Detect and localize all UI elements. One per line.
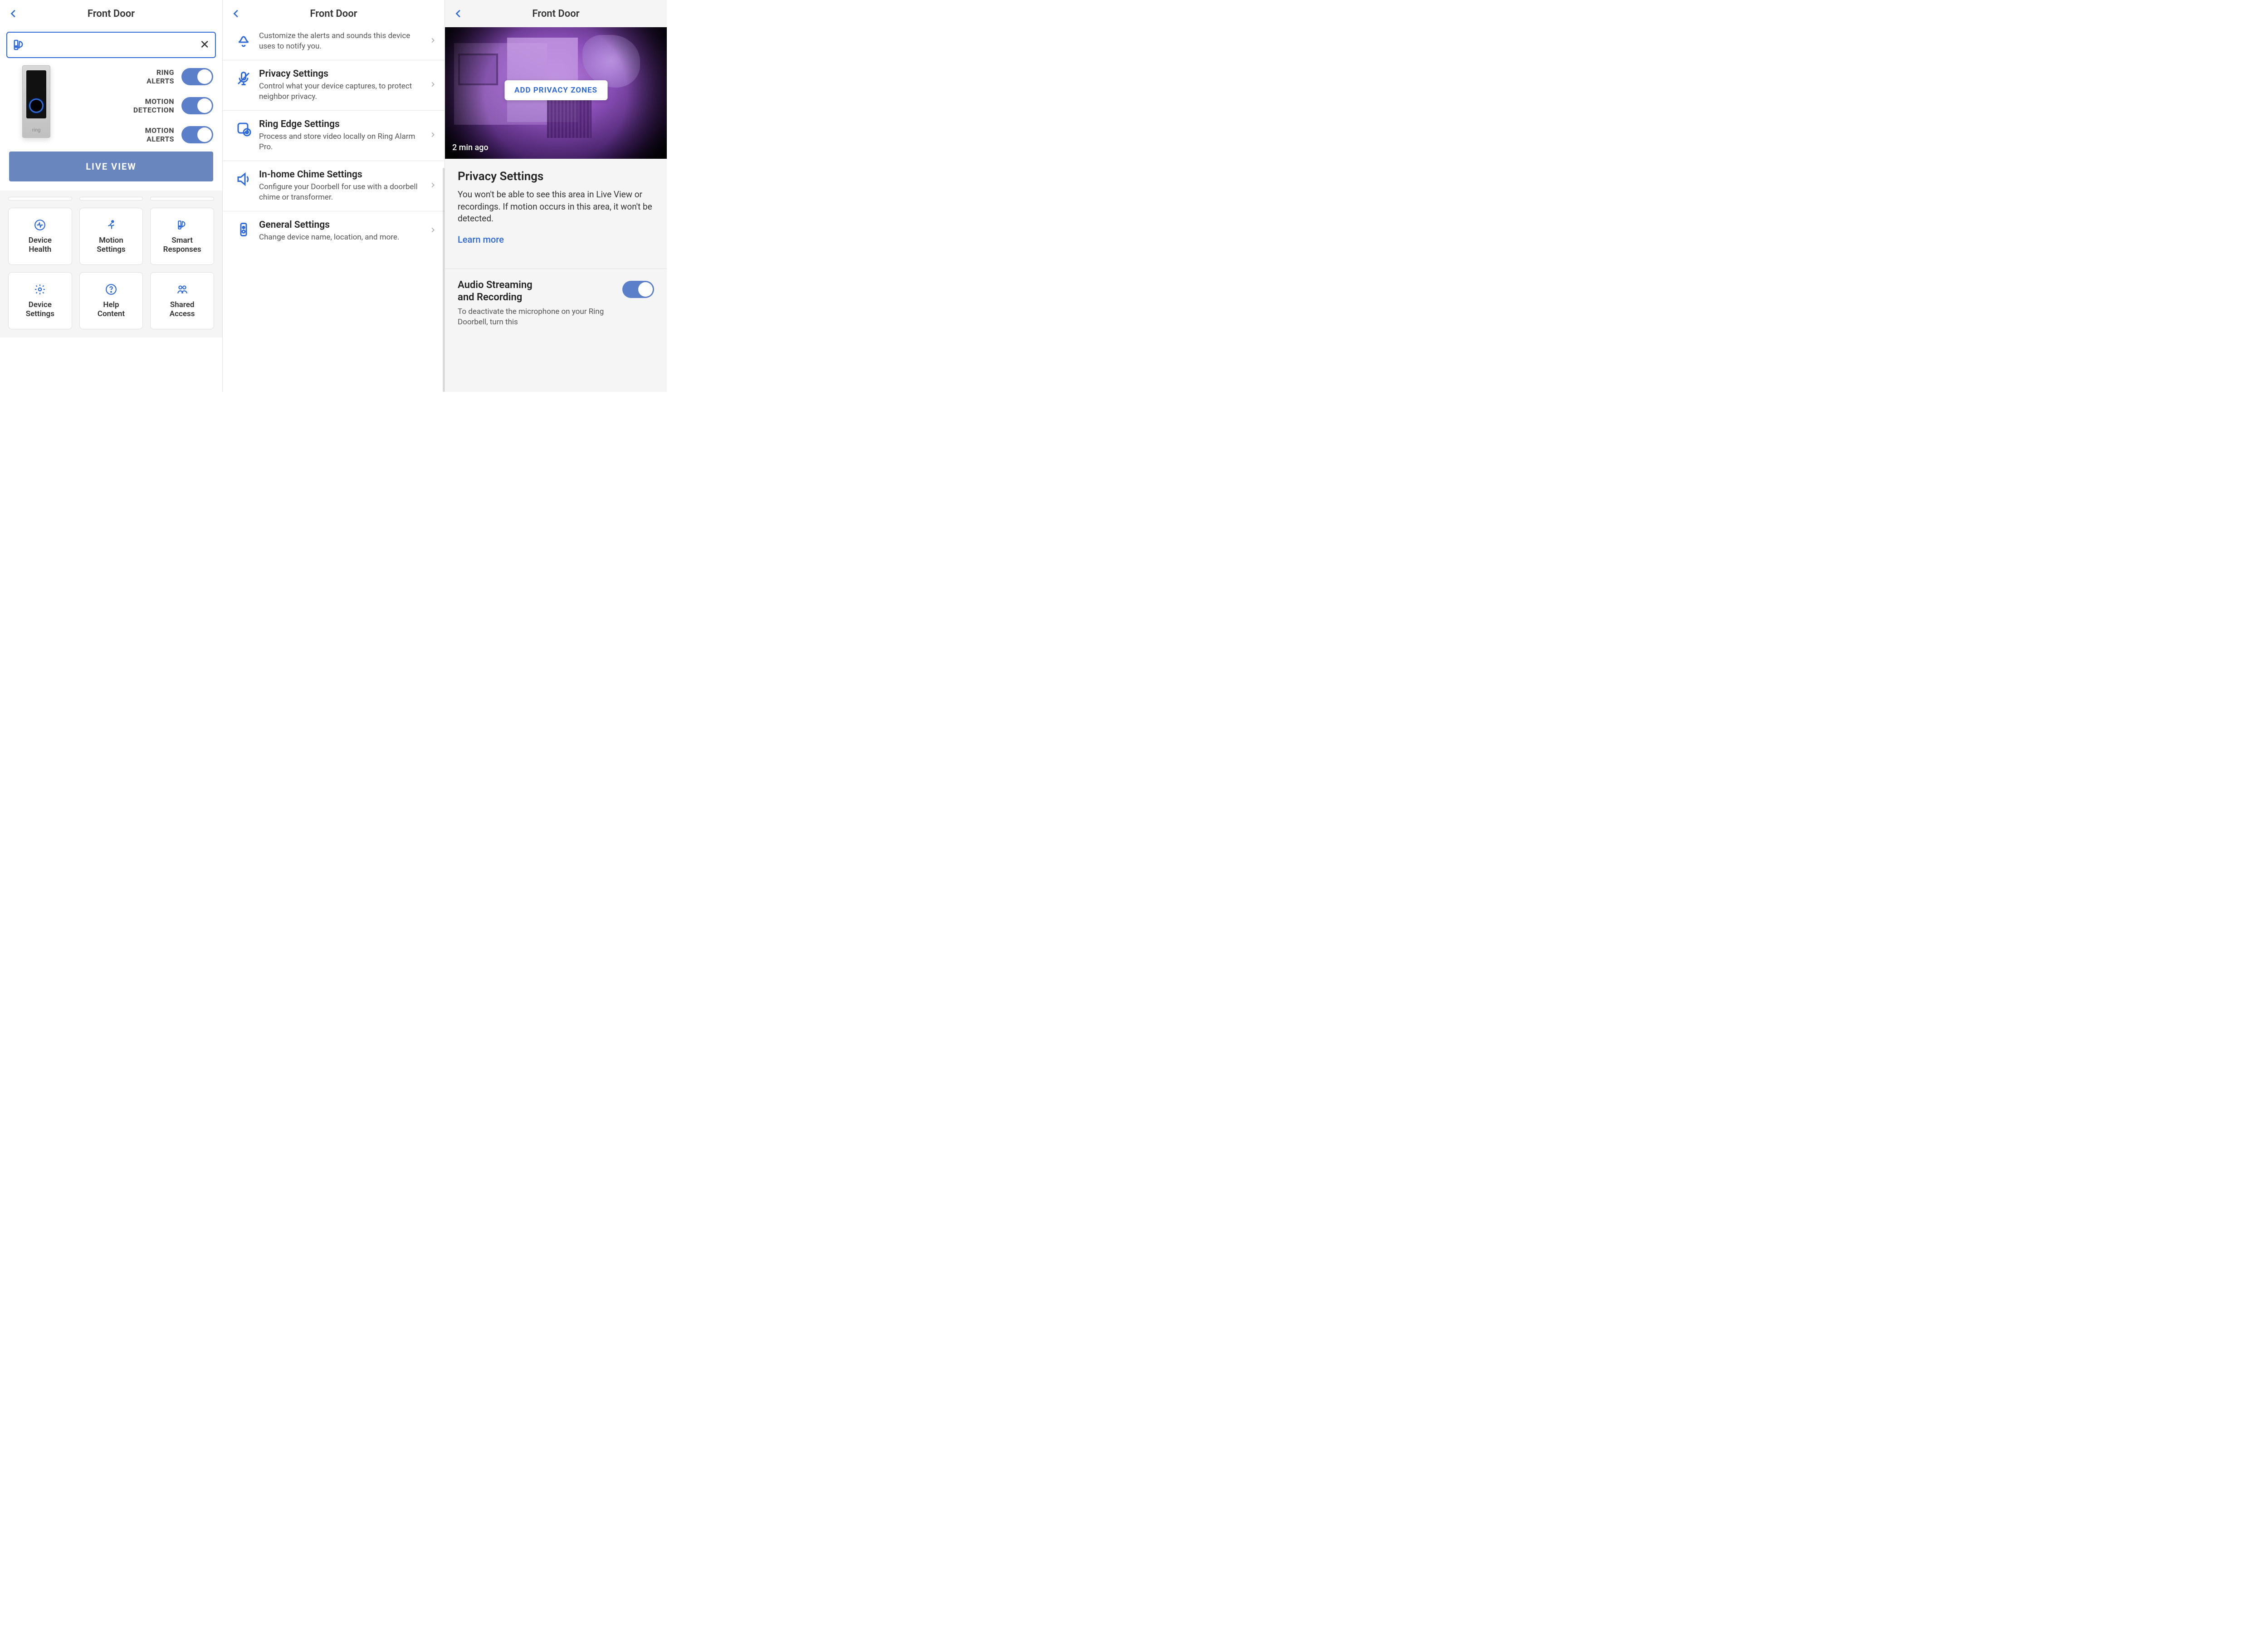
chevron-left-icon bbox=[9, 9, 19, 19]
toggle-label: RING ALERTS bbox=[147, 68, 174, 85]
section-description: You won't be able to see this area in Li… bbox=[458, 189, 654, 225]
settings-grid: Device Health Motion Settings Smart Resp… bbox=[0, 191, 222, 337]
page-title: Front Door bbox=[223, 8, 445, 20]
page-title: Front Door bbox=[445, 8, 667, 20]
tile-device-settings[interactable]: Device Settings bbox=[8, 272, 72, 329]
settings-list: Customize the alerts and sounds this dev… bbox=[223, 27, 445, 392]
device-summary: ring RING ALERTS MOTION DETECTION MOTION… bbox=[0, 65, 222, 152]
tile-peek bbox=[8, 197, 72, 200]
camera-preview: ADD PRIVACY ZONES 2 min ago bbox=[445, 27, 667, 159]
tile-help-content[interactable]: Help Content bbox=[79, 272, 143, 329]
row-description: Customize the alerts and sounds this dev… bbox=[259, 31, 425, 52]
people-icon bbox=[176, 283, 189, 296]
tile-label: Help Content bbox=[95, 300, 127, 319]
row-chime[interactable]: In-home Chime Settings Configure your Do… bbox=[223, 161, 445, 211]
storage-sync-icon bbox=[232, 119, 255, 137]
tile-motion-settings[interactable]: Motion Settings bbox=[79, 208, 143, 265]
row-general[interactable]: General Settings Change device name, loc… bbox=[223, 211, 445, 251]
chevron-right-icon bbox=[429, 37, 436, 46]
search-input[interactable] bbox=[26, 40, 200, 50]
toggle-motion-alerts: MOTION ALERTS bbox=[64, 126, 213, 143]
tile-label: Device Health bbox=[26, 236, 54, 254]
audio-toggle-description: To deactivate the microphone on your Rin… bbox=[458, 307, 615, 328]
doorbell-icon bbox=[232, 220, 255, 238]
privacy-settings-panel: Front Door ADD PRIVACY ZONES 2 min ago P… bbox=[445, 0, 667, 392]
tile-shared-access[interactable]: Shared Access bbox=[150, 272, 214, 329]
row-description: Process and store video locally on Ring … bbox=[259, 132, 425, 152]
running-person-icon bbox=[105, 219, 117, 231]
tile-peek bbox=[150, 197, 214, 200]
tile-label: Shared Access bbox=[167, 300, 198, 319]
back-button[interactable] bbox=[450, 5, 467, 22]
row-description: Configure your Doorbell for use with a d… bbox=[259, 182, 425, 203]
tile-label: Smart Responses bbox=[161, 236, 204, 254]
toggle-label: MOTION ALERTS bbox=[145, 126, 174, 143]
clear-icon[interactable]: ✕ bbox=[200, 38, 210, 52]
camera-timestamp: 2 min ago bbox=[452, 143, 489, 152]
ring-alerts-switch[interactable] bbox=[181, 68, 213, 85]
help-icon bbox=[105, 283, 117, 296]
doorbell-graphic: ring bbox=[22, 65, 50, 138]
tile-label: Motion Settings bbox=[94, 236, 128, 254]
row-title: In-home Chime Settings bbox=[259, 169, 425, 180]
device-settings-panel: Front Door Customize the alerts and soun… bbox=[222, 0, 445, 392]
mic-off-icon bbox=[232, 68, 255, 87]
row-title: Privacy Settings bbox=[259, 68, 425, 79]
chevron-right-icon bbox=[429, 226, 436, 235]
toggle-ring-alerts: RING ALERTS bbox=[64, 68, 213, 85]
audio-toggle-row: Audio Streaming and Recording To deactiv… bbox=[445, 269, 667, 328]
learn-more-link[interactable]: Learn more bbox=[458, 234, 654, 245]
chevron-left-icon bbox=[454, 9, 464, 19]
row-description: Control what your device captures, to pr… bbox=[259, 81, 425, 102]
add-privacy-zones-button[interactable]: ADD PRIVACY ZONES bbox=[504, 80, 607, 100]
tile-peek bbox=[79, 197, 143, 200]
speaker-icon bbox=[232, 169, 255, 187]
doorbell-chat-icon bbox=[176, 219, 189, 231]
motion-alerts-switch[interactable] bbox=[181, 126, 213, 143]
tile-smart-responses[interactable]: Smart Responses bbox=[150, 208, 214, 265]
row-edge[interactable]: Ring Edge Settings Process and store vid… bbox=[223, 111, 445, 161]
chevron-right-icon bbox=[429, 81, 436, 90]
motion-detection-switch[interactable] bbox=[181, 97, 213, 114]
chevron-right-icon bbox=[429, 181, 436, 191]
header: Front Door bbox=[0, 0, 222, 27]
live-view-button[interactable]: LIVE VIEW bbox=[9, 152, 213, 181]
gear-icon bbox=[34, 283, 46, 296]
device-image: ring bbox=[9, 65, 64, 138]
toggle-label: MOTION DETECTION bbox=[133, 97, 174, 114]
header: Front Door bbox=[223, 0, 445, 27]
audio-streaming-switch[interactable] bbox=[622, 281, 654, 298]
doorbell-chat-icon bbox=[13, 38, 26, 52]
back-button[interactable] bbox=[5, 5, 22, 22]
row-alerts[interactable]: Customize the alerts and sounds this dev… bbox=[223, 27, 445, 60]
back-button[interactable] bbox=[228, 5, 244, 22]
chevron-right-icon bbox=[429, 131, 436, 140]
header: Front Door bbox=[445, 0, 667, 27]
toggle-motion-detection: MOTION DETECTION bbox=[64, 97, 213, 114]
device-dashboard-panel: Front Door ✕ ring RING ALERTS MOTION DET… bbox=[0, 0, 222, 392]
privacy-section: Privacy Settings You won't be able to se… bbox=[445, 159, 667, 256]
row-title: General Settings bbox=[259, 220, 425, 230]
row-title: Ring Edge Settings bbox=[259, 119, 425, 130]
section-title: Privacy Settings bbox=[458, 170, 654, 183]
chevron-left-icon bbox=[231, 9, 241, 19]
tile-label: Device Settings bbox=[23, 300, 57, 319]
bell-icon bbox=[232, 31, 255, 49]
tile-device-health[interactable]: Device Health bbox=[8, 208, 72, 265]
page-title: Front Door bbox=[0, 8, 222, 20]
search-field[interactable]: ✕ bbox=[6, 32, 216, 58]
audio-toggle-title: Audio Streaming and Recording bbox=[458, 279, 615, 304]
row-privacy[interactable]: Privacy Settings Control what your devic… bbox=[223, 60, 445, 111]
heartbeat-icon bbox=[34, 219, 46, 231]
row-description: Change device name, location, and more. bbox=[259, 232, 425, 243]
